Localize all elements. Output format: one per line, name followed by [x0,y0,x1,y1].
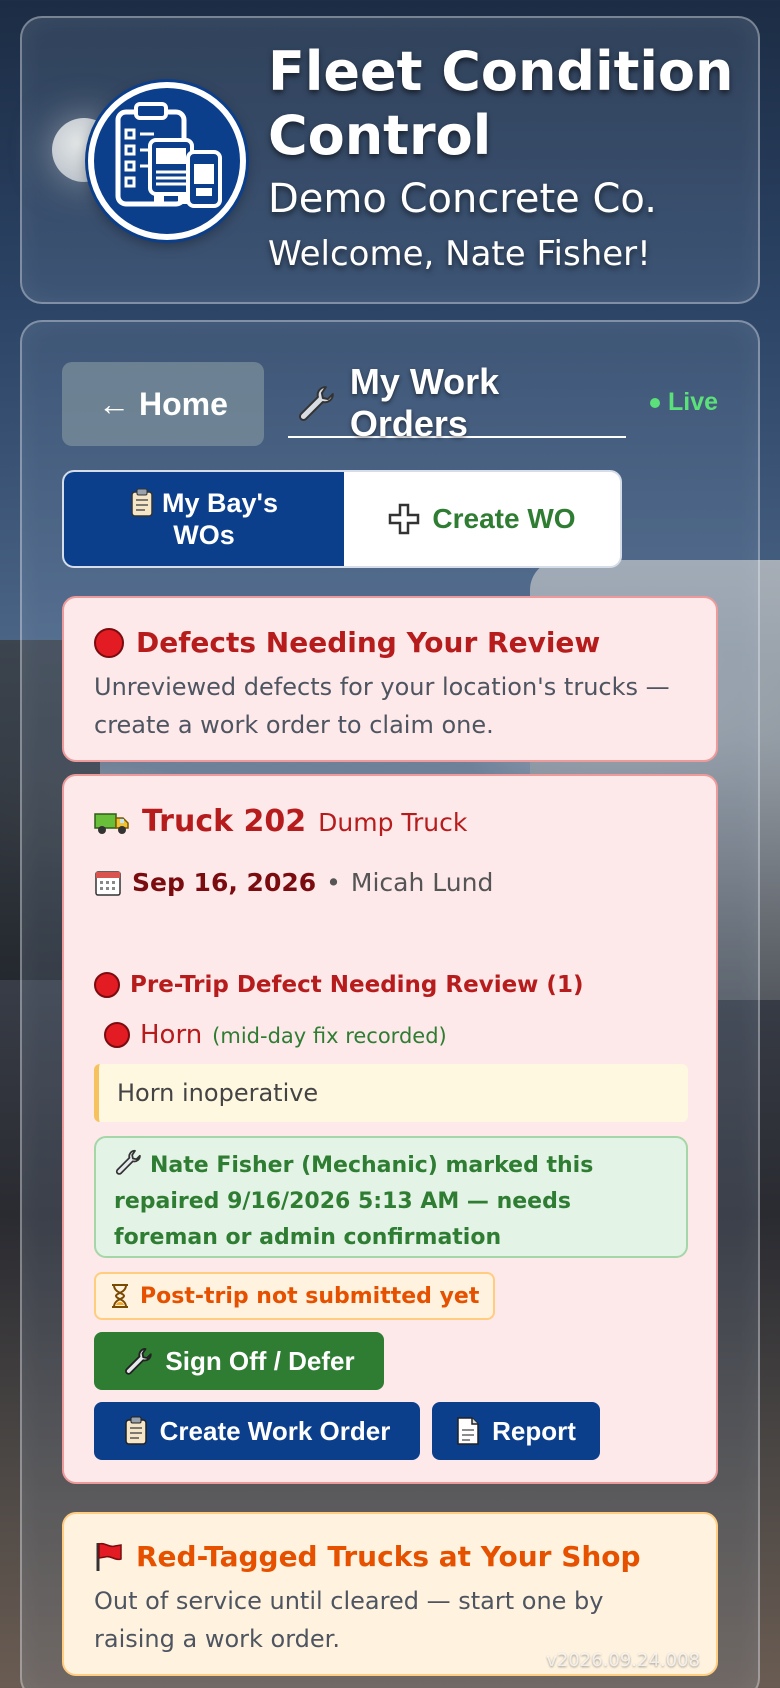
pretrip-defect-heading: Pre-Trip Defect Needing Review (1) [94,972,583,998]
truck-header: Truck 202 Dump Truck [94,804,467,839]
my-bay-label-line1: My Bay's [162,488,278,518]
company-name: Demo Concrete Co. [268,176,657,222]
red-tagged-description: Out of service until cleared — start one… [94,1587,604,1653]
sign-off-defer-button[interactable]: Sign Off / Defer [94,1332,384,1390]
truck-name: Truck 202 [142,804,307,839]
tab-label: My Work Orders [349,361,500,444]
calendar-icon [95,870,121,896]
tab-my-work-orders[interactable]: My Work Orders [288,361,626,444]
app-version: v2026.09.24.008 [546,1650,700,1671]
clipboard-icon [124,1416,147,1445]
welcome-message: Welcome, Nate Fisher! [268,234,651,274]
wrench-icon [115,1149,141,1175]
report-label: Report [492,1415,576,1446]
wrench-icon [298,386,334,421]
work-order-view-toggle: My Bay's WOs Create WO [62,470,622,568]
clipboard-truck-icon [115,102,222,208]
hourglass-icon [112,1284,128,1308]
defects-review-description: Unreviewed defects for your location's t… [94,673,670,739]
clipboard-icon [131,488,153,517]
defects-review-heading: Defects Needing Your Review [94,626,600,659]
truck-icon [94,812,129,834]
defect-item: Horn (mid-day fix recorded) [104,1020,447,1050]
create-wo-label: Create WO [432,503,576,534]
defect-note: (mid-day fix recorded) [212,1024,447,1048]
red-flag-icon [96,1542,122,1571]
live-dot-icon [650,397,660,408]
my-bay-label-line2: WOs [173,520,235,550]
report-button[interactable]: Report [432,1402,600,1460]
truck-defect-card: Truck 202 Dump Truck Sep 16, 2026 • Mica… [62,774,718,1484]
document-icon [457,1417,479,1445]
driver-name: Micah Lund [350,868,494,897]
red-circle-icon [104,1022,130,1048]
inspection-date: Sep 16, 2026 [132,868,317,897]
red-circle-icon [94,627,124,658]
red-tagged-heading: Red-Tagged Trucks at Your Shop [94,1540,641,1573]
pretrip-defect-title: Pre-Trip Defect Needing Review (1) [130,972,584,998]
red-tagged-title: Red-Tagged Trucks at Your Shop [136,1540,641,1573]
home-button-label: ← Home [98,385,228,422]
truck-type: Dump Truck [318,808,468,837]
post-trip-status-badge: Post-trip not submitted yet [94,1272,496,1320]
create-work-order-label: Create Work Order [159,1415,391,1446]
post-trip-status-text: Post-trip not submitted yet [140,1283,480,1309]
home-button[interactable]: ← Home [62,362,264,446]
repair-notice: Nate Fisher (Mechanic) marked this repai… [94,1136,688,1258]
wrench-icon [125,1348,153,1375]
defect-comment: Horn inoperative [94,1064,688,1122]
live-indicator: Live [650,388,718,417]
defect-name: Horn [140,1020,203,1050]
app-title: Fleet Condition Control [268,40,734,167]
defects-review-section: Defects Needing Your Review Unreviewed d… [62,596,718,762]
create-work-order-button[interactable]: Create Work Order [94,1402,420,1460]
tab-my-bay-wos[interactable]: My Bay's WOs [64,472,344,566]
meta-separator: • [326,868,341,897]
inspection-meta: Sep 16, 2026 • Micah Lund [94,868,493,897]
plus-icon [389,503,420,535]
repair-notice-text: Nate Fisher (Mechanic) marked this repai… [114,1153,594,1250]
defect-comment-text: Horn inoperative [117,1079,319,1107]
defects-review-title: Defects Needing Your Review [136,626,601,659]
sign-off-defer-label: Sign Off / Defer [165,1345,355,1376]
fleet-logo [88,82,246,240]
tab-create-wo[interactable]: Create WO [344,472,620,566]
red-circle-icon [94,972,120,998]
live-label: Live [668,388,719,416]
